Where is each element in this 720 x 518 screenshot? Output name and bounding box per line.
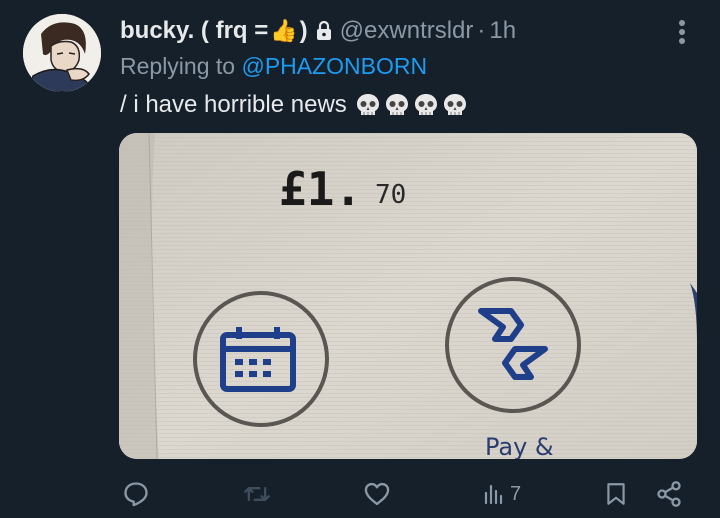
skull-icon	[385, 94, 408, 115]
bookmark-icon	[607, 483, 625, 505]
reply-button[interactable]	[122, 474, 150, 514]
like-button[interactable]	[362, 474, 392, 514]
heart-icon	[364, 482, 390, 506]
bookmark-button[interactable]	[603, 474, 629, 514]
price-pence: 70	[375, 180, 406, 210]
skull-icon	[414, 94, 437, 115]
user-handle[interactable]: @exwntrsldr	[340, 17, 474, 45]
separator-dot: ·	[477, 17, 486, 44]
retweet-button[interactable]	[242, 474, 272, 514]
more-options-icon[interactable]	[671, 16, 693, 48]
retweet-icon	[244, 487, 270, 501]
views-icon	[484, 484, 503, 505]
skull-icon	[443, 94, 466, 115]
skull-emojis	[355, 92, 468, 118]
tweet-body: / i have horrible news	[120, 91, 347, 118]
reply-to-handle[interactable]: @PHAZONBORN	[241, 53, 427, 79]
views-count: 7	[510, 482, 522, 505]
tweet-actions: 7	[0, 474, 720, 514]
price-main: £1.	[279, 162, 362, 216]
lock-icon	[316, 20, 332, 41]
tweet-header: bucky. ( frq = 👍 ) @exwntrsldr · 1h	[120, 14, 660, 48]
replying-to: Replying to @PHAZONBORN	[120, 53, 427, 80]
thumbs-up-emoji: 👍	[270, 18, 298, 43]
skull-icon	[356, 94, 379, 115]
display-name-tail: )	[299, 17, 308, 44]
display-name[interactable]: bucky. ( frq =	[120, 17, 268, 45]
photo-drawing: £1. 70 Pay &	[119, 133, 697, 459]
tweet-photo[interactable]: £1. 70 Pay &	[119, 133, 697, 459]
avatar[interactable]	[23, 14, 101, 92]
share-icon	[657, 481, 681, 507]
avatar-drawing	[23, 14, 101, 92]
tweet-text: / i have horrible news	[120, 91, 468, 119]
reply-icon	[124, 482, 148, 507]
views-button[interactable]: 7	[482, 474, 521, 514]
share-button[interactable]	[655, 474, 683, 514]
timestamp[interactable]: 1h	[489, 17, 516, 45]
replying-to-label: Replying to	[120, 53, 242, 79]
pay-label: Pay &	[485, 433, 554, 459]
